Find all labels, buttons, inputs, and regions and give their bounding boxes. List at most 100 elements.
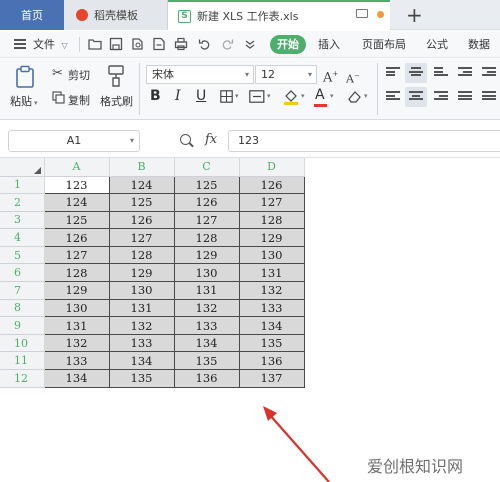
row-header[interactable]: 12: [0, 369, 45, 388]
paste-icon[interactable]: [14, 65, 36, 89]
table-cell[interactable]: 130: [43, 298, 110, 318]
font-name-select[interactable]: 宋体 ▾: [146, 65, 254, 84]
table-cell[interactable]: 128: [173, 228, 240, 247]
format-painter-icon[interactable]: [106, 64, 126, 88]
print-icon[interactable]: [174, 37, 188, 51]
table-cell[interactable]: 128: [43, 263, 110, 283]
row-header[interactable]: 10: [0, 334, 45, 353]
eraser-icon[interactable]: [347, 90, 362, 103]
fill-color-icon[interactable]: [283, 88, 299, 105]
zoom-search-icon[interactable]: [180, 134, 191, 145]
table-cell[interactable]: 134: [108, 351, 175, 371]
table-cell[interactable]: 134: [173, 333, 240, 353]
table-cell[interactable]: 132: [173, 298, 240, 318]
export-pdf-icon[interactable]: [152, 37, 166, 51]
table-cell[interactable]: 130: [173, 263, 240, 283]
table-cell[interactable]: 129: [43, 281, 110, 300]
underline-icon[interactable]: U: [196, 88, 206, 104]
menu-insert[interactable]: 插入: [318, 31, 340, 58]
decrease-font-icon[interactable]: A−: [346, 68, 360, 88]
table-cell[interactable]: 124: [43, 193, 110, 212]
align-bottom-icon[interactable]: [434, 67, 448, 79]
menu-hamburger-icon[interactable]: [14, 39, 26, 49]
row-header[interactable]: 1: [0, 176, 45, 195]
align-top-icon[interactable]: [386, 67, 400, 79]
table-cell[interactable]: 128: [238, 210, 305, 230]
justify-icon[interactable]: [458, 91, 472, 103]
table-cell[interactable]: 129: [108, 263, 175, 283]
tab-home[interactable]: 首页: [0, 0, 64, 30]
formula-input[interactable]: 123: [228, 130, 500, 152]
borders-icon[interactable]: [220, 90, 233, 103]
monitor-icon[interactable]: [356, 9, 368, 18]
row-header[interactable]: 6: [0, 263, 45, 283]
row-header[interactable]: 7: [0, 281, 45, 300]
table-cell[interactable]: 132: [238, 281, 305, 300]
table-cell[interactable]: 123: [43, 175, 110, 195]
name-box[interactable]: A1 ▾: [8, 130, 140, 152]
table-cell[interactable]: 132: [108, 316, 175, 335]
table-cell[interactable]: 133: [108, 333, 175, 353]
table-cell[interactable]: 126: [43, 228, 110, 247]
table-cell[interactable]: 127: [238, 193, 305, 212]
undo-icon[interactable]: [198, 37, 212, 51]
align-center-icon[interactable]: [409, 91, 423, 103]
table-cell[interactable]: 131: [238, 263, 305, 283]
align-middle-icon[interactable]: [409, 67, 423, 79]
table-cell[interactable]: 130: [238, 245, 305, 265]
tab-template[interactable]: 稻壳模板: [64, 0, 168, 30]
table-cell[interactable]: 125: [173, 175, 240, 195]
row-header[interactable]: 4: [0, 228, 45, 247]
table-cell[interactable]: 134: [238, 316, 305, 335]
table-cell[interactable]: 136: [238, 351, 305, 371]
table-cell[interactable]: 126: [173, 193, 240, 212]
redo-icon[interactable]: [220, 37, 234, 51]
table-cell[interactable]: 126: [238, 175, 305, 195]
font-size-select[interactable]: 12 ▾: [255, 65, 317, 84]
table-cell[interactable]: 135: [238, 333, 305, 353]
table-cell[interactable]: 127: [173, 210, 240, 230]
table-cell[interactable]: 135: [108, 369, 175, 388]
row-header[interactable]: 11: [0, 351, 45, 371]
more-chevron-icon[interactable]: [243, 37, 257, 51]
table-cell[interactable]: 133: [43, 351, 110, 371]
table-cell[interactable]: 136: [173, 369, 240, 388]
table-cell[interactable]: 128: [108, 245, 175, 265]
table-cell[interactable]: 126: [108, 210, 175, 230]
merge-cells-icon[interactable]: [249, 90, 265, 103]
new-tab-plus-icon[interactable]: +: [406, 3, 423, 27]
column-header[interactable]: A: [44, 158, 110, 177]
menu-file[interactable]: 文件 ▽: [33, 31, 68, 58]
indent-decrease-icon[interactable]: [458, 67, 472, 79]
format-painter-button[interactable]: 格式刷: [100, 93, 133, 109]
bold-icon[interactable]: B: [150, 88, 161, 104]
menu-formula[interactable]: 公式: [426, 31, 448, 58]
copy-button[interactable]: 复制: [68, 92, 90, 108]
table-cell[interactable]: 133: [238, 298, 305, 318]
font-color-icon[interactable]: A: [315, 87, 325, 103]
row-header[interactable]: 3: [0, 211, 45, 230]
open-folder-icon[interactable]: [88, 37, 102, 51]
menu-data[interactable]: 数据: [468, 31, 490, 58]
align-left-icon[interactable]: [386, 91, 400, 103]
table-cell[interactable]: 133: [173, 316, 240, 335]
table-cell[interactable]: 131: [43, 316, 110, 335]
row-header[interactable]: 5: [0, 246, 45, 265]
row-header[interactable]: 9: [0, 316, 45, 335]
column-header[interactable]: B: [109, 158, 175, 177]
distributed-align-icon[interactable]: [482, 91, 496, 103]
table-cell[interactable]: 127: [108, 228, 175, 247]
save-icon[interactable]: [109, 37, 123, 51]
row-header[interactable]: 2: [0, 193, 45, 212]
table-cell[interactable]: 135: [173, 351, 240, 371]
table-cell[interactable]: 127: [43, 245, 110, 265]
column-header[interactable]: D: [239, 158, 305, 177]
print-preview-icon[interactable]: [131, 37, 145, 51]
table-cell[interactable]: 125: [108, 193, 175, 212]
menu-start-tab[interactable]: 开始: [270, 35, 306, 54]
align-right-icon[interactable]: [434, 91, 448, 103]
column-header[interactable]: C: [174, 158, 240, 177]
table-cell[interactable]: 132: [43, 333, 110, 353]
table-cell[interactable]: 134: [43, 369, 110, 388]
row-header[interactable]: 8: [0, 299, 45, 318]
